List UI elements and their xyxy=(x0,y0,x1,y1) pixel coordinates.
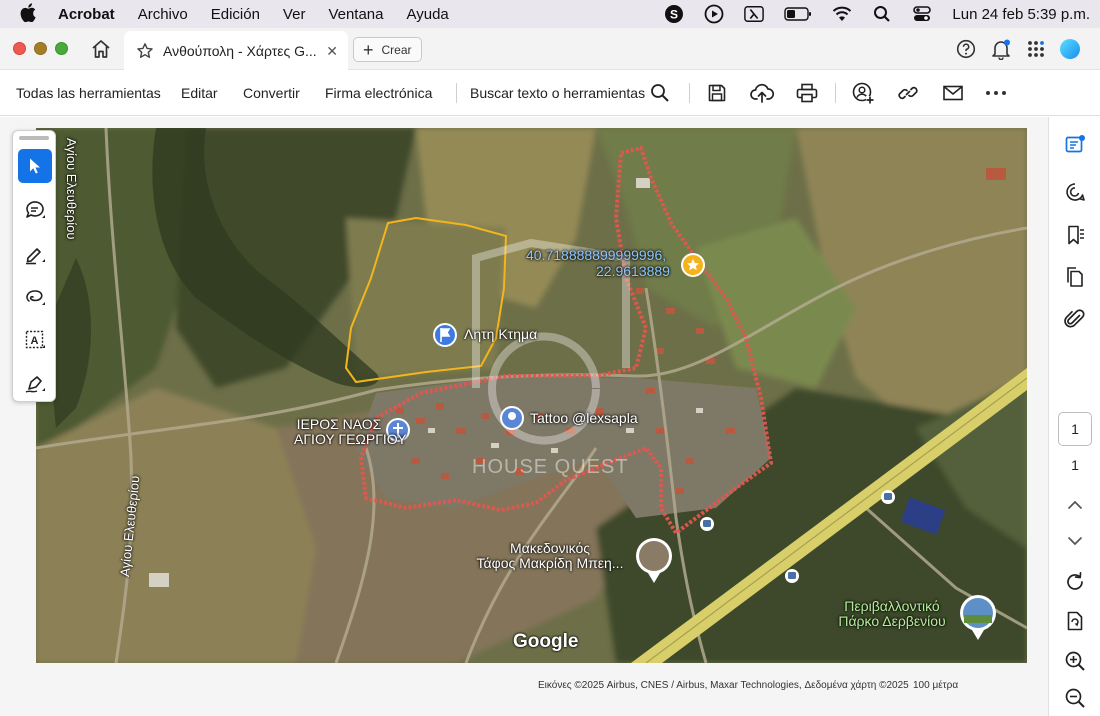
create-button[interactable]: + Crear xyxy=(353,37,422,62)
acrobat-toolbar: Todas las herramientas Editar Convertir … xyxy=(0,71,1100,116)
home-icon[interactable] xyxy=(90,38,112,60)
current-page-field[interactable]: 1 xyxy=(1058,412,1092,446)
convert-menu[interactable]: Convertir xyxy=(243,85,300,101)
coordinate-label-2: 22.9613889 xyxy=(596,263,670,279)
star-icon[interactable] xyxy=(136,42,154,60)
attachment-icon[interactable] xyxy=(1063,307,1087,331)
save-icon[interactable] xyxy=(705,81,729,105)
google-logo: Google xyxy=(513,631,579,652)
tomb-label-line1: Μακεδονικός xyxy=(509,540,591,556)
tab-close-icon[interactable]: ✕ xyxy=(326,43,338,60)
park-label-line1: Περιβαλλοντικό xyxy=(844,598,940,614)
toolbar-separator xyxy=(689,83,690,103)
zoom-out-icon[interactable] xyxy=(1063,686,1087,710)
wifi-icon[interactable] xyxy=(832,4,852,24)
satellite-map-image: Αγίου Ελευθερίου Αγίου Ελευθερίου 40.718… xyxy=(36,128,1027,663)
coordinate-label-1: 40.718888899999996, xyxy=(526,247,667,263)
window-minimize-button[interactable] xyxy=(34,42,47,55)
menu-edicion[interactable]: Edición xyxy=(211,6,260,23)
menu-archivo[interactable]: Archivo xyxy=(138,6,188,23)
all-tools-menu[interactable]: Todas las herramientas xyxy=(16,85,161,101)
edit-menu[interactable]: Editar xyxy=(181,85,218,101)
plot-label: Λητη Κτημα xyxy=(464,326,538,342)
tool-palette: A xyxy=(12,130,56,402)
menu-app-name[interactable]: Acrobat xyxy=(58,6,115,23)
zoom-in-icon[interactable] xyxy=(1063,649,1087,673)
bookmarks-icon[interactable] xyxy=(1063,223,1087,247)
search-tools-field[interactable]: Buscar texto o herramientas xyxy=(470,85,645,101)
church-label-line2: ΑΓΙΟΥ ΓΕΩΡΓΙΟΥ xyxy=(294,430,407,447)
park-label: Περιβαλλοντικό Πάρκο Δερβενίου xyxy=(822,599,962,628)
search-icon[interactable] xyxy=(872,4,892,24)
esign-menu[interactable]: Firma electrónica xyxy=(325,85,432,101)
print-icon[interactable] xyxy=(795,81,819,105)
freehand-lasso-icon[interactable] xyxy=(18,280,52,314)
page-export-icon[interactable] xyxy=(1063,609,1087,633)
palette-drag-handle[interactable] xyxy=(19,136,49,140)
svg-text:A: A xyxy=(31,335,39,347)
create-button-label: Crear xyxy=(381,42,412,57)
comment-panel-icon[interactable] xyxy=(1063,133,1087,157)
lambda-icon[interactable] xyxy=(744,4,765,24)
tab-title: Ανθούπολη - Χάρτες G... xyxy=(163,42,317,59)
play-circle-icon[interactable] xyxy=(704,4,724,24)
plus-icon: + xyxy=(363,39,374,60)
pages-icon[interactable] xyxy=(1063,265,1087,289)
window-close-button[interactable] xyxy=(13,42,26,55)
tomb-label: Μακεδονικός Τάφος Μακρίδη Μπεη... xyxy=(460,541,640,570)
map-scale-label: 100 μέτρα xyxy=(913,680,959,691)
battery-icon[interactable] xyxy=(784,4,812,24)
park-label-line2: Πάρκο Δερβενίου xyxy=(838,612,946,629)
document-workspace[interactable]: Αγίου Ελευθερίου Αγίου Ελευθερίου 40.718… xyxy=(0,117,1048,716)
chevron-up-icon[interactable] xyxy=(1063,493,1087,517)
refresh-icon[interactable] xyxy=(1063,570,1087,594)
apple-logo-icon[interactable] xyxy=(20,2,38,26)
search-icon[interactable] xyxy=(648,81,672,105)
highlight-pen-icon[interactable] xyxy=(18,237,52,271)
menubar-clock[interactable]: Lun 24 feb 5:39 p.m. xyxy=(952,6,1090,23)
comment-add-icon[interactable] xyxy=(18,193,52,227)
window-zoom-button[interactable] xyxy=(55,42,68,55)
road-label-top: Αγίου Ελευθερίου xyxy=(64,138,79,240)
tab-bar: Ανθούπολη - Χάρτες G... ✕ + Crear xyxy=(0,28,1100,70)
mail-icon[interactable] xyxy=(941,81,965,105)
svg-text:S: S xyxy=(670,8,678,22)
apps-grid-icon[interactable] xyxy=(1025,38,1047,60)
church-label-line1: ΙΕΡΟΣ ΝΑΟΣ xyxy=(296,416,382,432)
text-select-icon[interactable]: A xyxy=(18,323,52,357)
map-attribution: Εικόνες ©2025 Airbus, CNES / Airbus, Max… xyxy=(538,680,909,691)
menu-ventana[interactable]: Ventana xyxy=(328,6,383,23)
menu-ver[interactable]: Ver xyxy=(283,6,306,23)
notifications-bell-icon[interactable] xyxy=(990,38,1012,60)
menu-ayuda[interactable]: Ayuda xyxy=(407,6,449,23)
ai-assistant-icon[interactable] xyxy=(1063,180,1087,204)
total-pages-label: 1 xyxy=(1071,457,1079,473)
select-arrow-icon[interactable] xyxy=(18,149,52,183)
watermark-text: HOUSE QUEST xyxy=(472,456,629,478)
more-icon[interactable] xyxy=(984,81,1008,105)
map-graphic xyxy=(36,128,1027,663)
toolbar-separator xyxy=(835,83,836,103)
toolbar-separator xyxy=(456,83,457,103)
skype-icon[interactable]: S xyxy=(664,4,684,24)
right-side-panel: 1 1 xyxy=(1048,117,1100,716)
upload-cloud-icon[interactable] xyxy=(750,81,774,105)
profile-avatar-icon[interactable] xyxy=(1059,38,1081,60)
document-tab[interactable]: Ανθούπολη - Χάρτες G... ✕ xyxy=(124,31,348,70)
macos-menu-bar: Acrobat Archivo Edición Ver Ventana Ayud… xyxy=(0,0,1100,28)
link-icon[interactable] xyxy=(896,81,920,105)
tattoo-label: Tattoo @lexsapla xyxy=(530,410,638,426)
chevron-down-icon[interactable] xyxy=(1063,529,1087,553)
control-center-icon[interactable] xyxy=(912,4,932,24)
share-user-icon[interactable] xyxy=(851,81,875,105)
sign-pen-icon[interactable] xyxy=(18,366,52,400)
tomb-label-line2: Τάφος Μακρίδη Μπεη... xyxy=(476,554,624,571)
help-icon[interactable] xyxy=(955,38,977,60)
church-label: ΙΕΡΟΣ ΝΑΟΣ ΑΓΙΟΥ ΓΕΩΡΓΙΟΥ xyxy=(294,416,407,447)
